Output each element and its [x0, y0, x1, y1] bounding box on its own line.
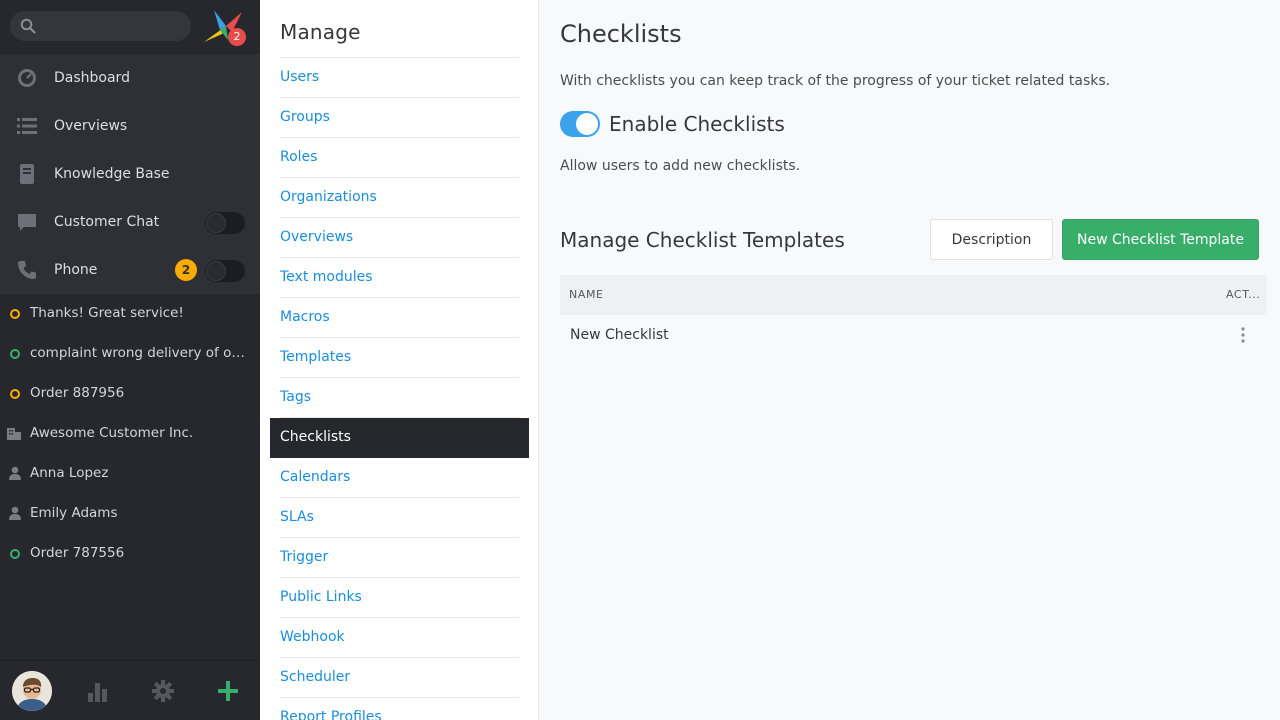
ticket-status-icon: [10, 389, 20, 399]
manage-link-calendars[interactable]: Calendars: [280, 458, 519, 498]
section-title: Manage Checklist Templates: [560, 228, 845, 252]
task-label: Thanks! Great service!: [30, 305, 184, 321]
main-navigation: 2 Dashboard Overviews Knowledge Base Cus…: [0, 0, 260, 720]
task-label: Anna Lopez: [30, 465, 109, 481]
notification-badge[interactable]: 2: [228, 28, 246, 46]
organization-icon: [7, 428, 21, 440]
nav-item-label: Dashboard: [54, 70, 130, 86]
task-item[interactable]: complaint wrong delivery of order: [0, 333, 260, 373]
new-checklist-template-button[interactable]: New Checklist Template: [1062, 219, 1259, 260]
book-icon: [20, 164, 34, 184]
manage-link-webhook[interactable]: Webhook: [280, 618, 519, 658]
nav-item-customer-chat[interactable]: Customer Chat: [0, 198, 260, 246]
manage-link-public-links[interactable]: Public Links: [280, 578, 519, 618]
user-avatar[interactable]: [12, 671, 52, 711]
manage-menu: Users Groups Roles Organizations Overvie…: [270, 57, 529, 720]
phone-icon: [18, 261, 36, 279]
manage-link-overviews[interactable]: Overviews: [280, 218, 519, 258]
column-header-actions[interactable]: ACT...: [1226, 275, 1261, 315]
manage-link-templates[interactable]: Templates: [280, 338, 519, 378]
person-icon: [9, 506, 21, 520]
phone-count-badge: 2: [175, 259, 197, 281]
nav-item-label: Customer Chat: [54, 214, 160, 230]
page-title: Checklists: [560, 20, 682, 48]
chat-icon: [18, 214, 36, 231]
nav-item-label: Overviews: [54, 118, 128, 134]
enable-checklists-label[interactable]: Enable Checklists: [609, 112, 785, 136]
phone-toggle[interactable]: [205, 260, 245, 282]
person-icon: [9, 466, 21, 480]
task-item[interactable]: Emily Adams: [0, 493, 260, 533]
search-input[interactable]: [42, 11, 187, 41]
manage-link-groups[interactable]: Groups: [280, 98, 519, 138]
list-icon: [17, 118, 37, 134]
nav-item-overviews[interactable]: Overviews: [0, 102, 260, 150]
nav-item-label: Knowledge Base: [54, 166, 170, 182]
task-label: Emily Adams: [30, 505, 118, 521]
nav-item-phone[interactable]: Phone: [0, 246, 260, 294]
avatar-image-icon: [12, 671, 52, 711]
column-header-name[interactable]: NAME: [569, 275, 604, 315]
enable-checklists-toggle[interactable]: [560, 111, 600, 137]
task-label: Awesome Customer Inc.: [30, 425, 194, 441]
table-row[interactable]: New Checklist: [560, 315, 1267, 355]
nav-item-dashboard[interactable]: Dashboard: [0, 54, 260, 102]
customer-chat-toggle[interactable]: [205, 212, 245, 234]
manage-link-macros[interactable]: Macros: [280, 298, 519, 338]
table-header: NAME ACT...: [560, 275, 1267, 315]
task-item[interactable]: Awesome Customer Inc.: [0, 413, 260, 453]
description-button[interactable]: Description: [930, 219, 1053, 260]
content-area: Checklists With checklists you can keep …: [540, 0, 1280, 720]
manage-link-scheduler[interactable]: Scheduler: [280, 658, 519, 698]
row-name[interactable]: New Checklist: [570, 315, 669, 355]
manage-link-text-modules[interactable]: Text modules: [280, 258, 519, 298]
nav-item-label: Phone: [54, 262, 98, 278]
ticket-status-icon: [10, 309, 20, 319]
nav-item-knowledge-base[interactable]: Knowledge Base: [0, 150, 260, 198]
task-item[interactable]: Thanks! Great service!: [0, 293, 260, 333]
task-label: complaint wrong delivery of order: [30, 345, 250, 361]
manage-link-roles[interactable]: Roles: [280, 138, 519, 178]
task-item[interactable]: Order 887956: [0, 373, 260, 413]
more-actions-icon[interactable]: [1237, 326, 1249, 344]
task-item[interactable]: Order 787556: [0, 533, 260, 573]
manage-link-slas[interactable]: SLAs: [280, 498, 519, 538]
task-label: Order 787556: [30, 545, 125, 561]
page-description: With checklists you can keep track of th…: [560, 73, 1111, 89]
toggle-help-text: Allow users to add new checklists.: [560, 158, 801, 174]
dashboard-icon: [18, 69, 36, 87]
ticket-status-icon: [10, 549, 20, 559]
task-item[interactable]: Anna Lopez: [0, 453, 260, 493]
nav-bottom-bar: [0, 660, 260, 720]
ticket-status-icon: [10, 349, 20, 359]
gear-icon[interactable]: [152, 680, 174, 702]
checklist-templates-table: NAME ACT... New Checklist: [560, 275, 1267, 355]
manage-title: Manage: [280, 20, 361, 44]
reporting-icon[interactable]: [87, 680, 109, 702]
manage-link-trigger[interactable]: Trigger: [280, 538, 519, 578]
global-search[interactable]: [10, 11, 191, 41]
manage-link-checklists[interactable]: Checklists: [270, 418, 529, 458]
manage-link-organizations[interactable]: Organizations: [280, 178, 519, 218]
manage-sidebar: Manage Users Groups Roles Organizations …: [260, 0, 539, 720]
search-icon: [20, 18, 36, 34]
manage-link-tags[interactable]: Tags: [280, 378, 519, 418]
manage-link-report-profiles[interactable]: Report Profiles: [280, 698, 519, 720]
manage-link-users[interactable]: Users: [280, 58, 519, 98]
plus-icon[interactable]: [217, 680, 239, 702]
task-label: Order 887956: [30, 385, 125, 401]
